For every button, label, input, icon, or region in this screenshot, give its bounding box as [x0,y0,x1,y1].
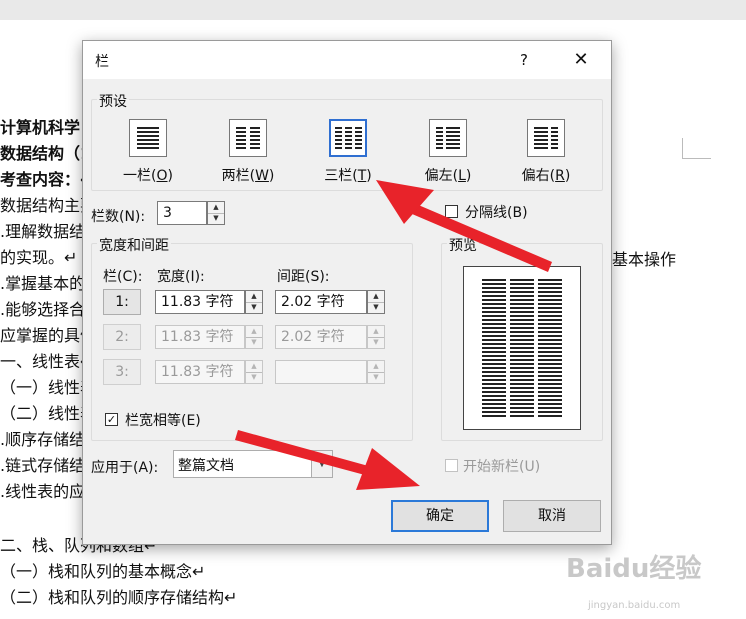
col-spacing-3-spinner: ▲ ▼ [367,360,385,384]
help-button[interactable]: ? [513,49,535,71]
col-spacing-1-input[interactable]: 2.02 字符 [275,290,367,314]
num-columns-spinner[interactable]: ▲ ▼ [207,201,225,225]
apply-to-label: 应用于(A): [91,460,159,476]
cancel-button[interactable]: 取消 [503,500,601,532]
watermark-url: jingyan.baidu.com [588,600,681,611]
document-line: 数据结构（1 [0,144,92,163]
apply-to-value: 整篇文档 [178,458,234,474]
col-spacing-3-input [275,360,367,384]
col-width-2-input: 11.83 字符 [155,325,245,349]
col-number-3: 3: [103,359,141,385]
close-button[interactable]: ✕ [569,49,593,71]
preset-left[interactable]: 偏左(L) [413,119,483,185]
col-spacing-2-input: 2.02 字符 [275,325,367,349]
right-column-icon [527,119,565,157]
document-line: 考查内容：↵ [0,170,94,189]
col-width-1-spinner[interactable]: ▲ ▼ [245,290,263,314]
col-number-2: 2: [103,324,141,350]
width-spacing-label: 宽度和间距 [97,235,171,255]
separator-label: 分隔线(B) [465,205,528,221]
spacing-header: 间距(S): [277,269,330,285]
equal-width-label: 栏宽相等(E) [125,413,201,429]
margin-corner-mark [682,138,711,159]
preview-column-1 [482,279,506,417]
watermark-logo: Baidu经验 [566,554,702,584]
document-line: 计算机科学 [0,118,81,137]
document-line: .能够选择合 [0,300,86,319]
ok-button[interactable]: 确定 [391,500,489,532]
preview-column-2 [510,279,534,417]
col-number-1: 1: [103,289,141,315]
num-columns-input[interactable]: 3 [157,201,207,225]
col-spacing-1-spinner[interactable]: ▲ ▼ [367,290,385,314]
spin-down-icon[interactable]: ▼ [208,213,224,224]
document-line: 一、线性表↵ [0,352,94,371]
preview-column-3 [538,279,562,417]
columns-dialog: 栏 ? ✕ 预设 一栏(O) 两栏(W) 三栏(T) 偏左(L) 偏右(R) 栏… [82,40,612,545]
apply-to-select[interactable]: 整篇文档 ▼ [173,450,333,478]
preset-one-column[interactable]: 一栏(O) [113,119,183,185]
document-line: .链式存储结 [0,456,86,475]
document-right-text: 基本操作 [612,250,677,269]
new-column-label: 开始新栏(U) [463,459,541,475]
chevron-down-icon[interactable]: ▼ [311,451,332,477]
col-width-1-input[interactable]: 11.83 字符 [155,290,245,314]
preset-right[interactable]: 偏右(R) [511,119,581,185]
col-width-2-spinner: ▲ ▼ [245,325,263,349]
col-width-3-input: 11.83 字符 [155,360,245,384]
document-line: .顺序存储结 [0,430,86,449]
document-line: （一）栈和队列的基本概念↵ [0,562,206,581]
new-column-checkbox [445,459,458,472]
equal-width-checkbox[interactable]: ✓ [105,413,118,426]
presets-label: 预设 [97,91,129,111]
document-line: （二）栈和队列的顺序存储结构↵ [0,588,238,607]
document-line: .线性表的应 [0,482,86,501]
two-columns-icon [229,119,267,157]
col-spacing-2-spinner: ▲ ▼ [367,325,385,349]
width-header: 宽度(I): [157,269,205,285]
dialog-titlebar: 栏 ? ✕ [83,41,611,79]
preset-three-columns[interactable]: 三栏(T) [313,119,383,185]
preview-page [463,266,581,430]
left-column-icon [429,119,467,157]
document-line: 的实现。↵ [0,248,78,267]
num-columns-label: 栏数(N): [91,209,146,225]
dialog-title: 栏 [95,54,109,70]
three-columns-icon [329,119,367,157]
document-line: .理解数据结 [0,222,86,241]
window-top-strip [0,0,746,21]
preset-two-columns[interactable]: 两栏(W) [213,119,283,185]
col-width-3-spinner: ▲ ▼ [245,360,263,384]
document-line: .掌握基本的 [0,274,86,293]
one-column-icon [129,119,167,157]
col-header: 栏(C): [103,269,143,285]
preview-label: 预览 [447,235,479,255]
separator-checkbox[interactable] [445,205,458,218]
